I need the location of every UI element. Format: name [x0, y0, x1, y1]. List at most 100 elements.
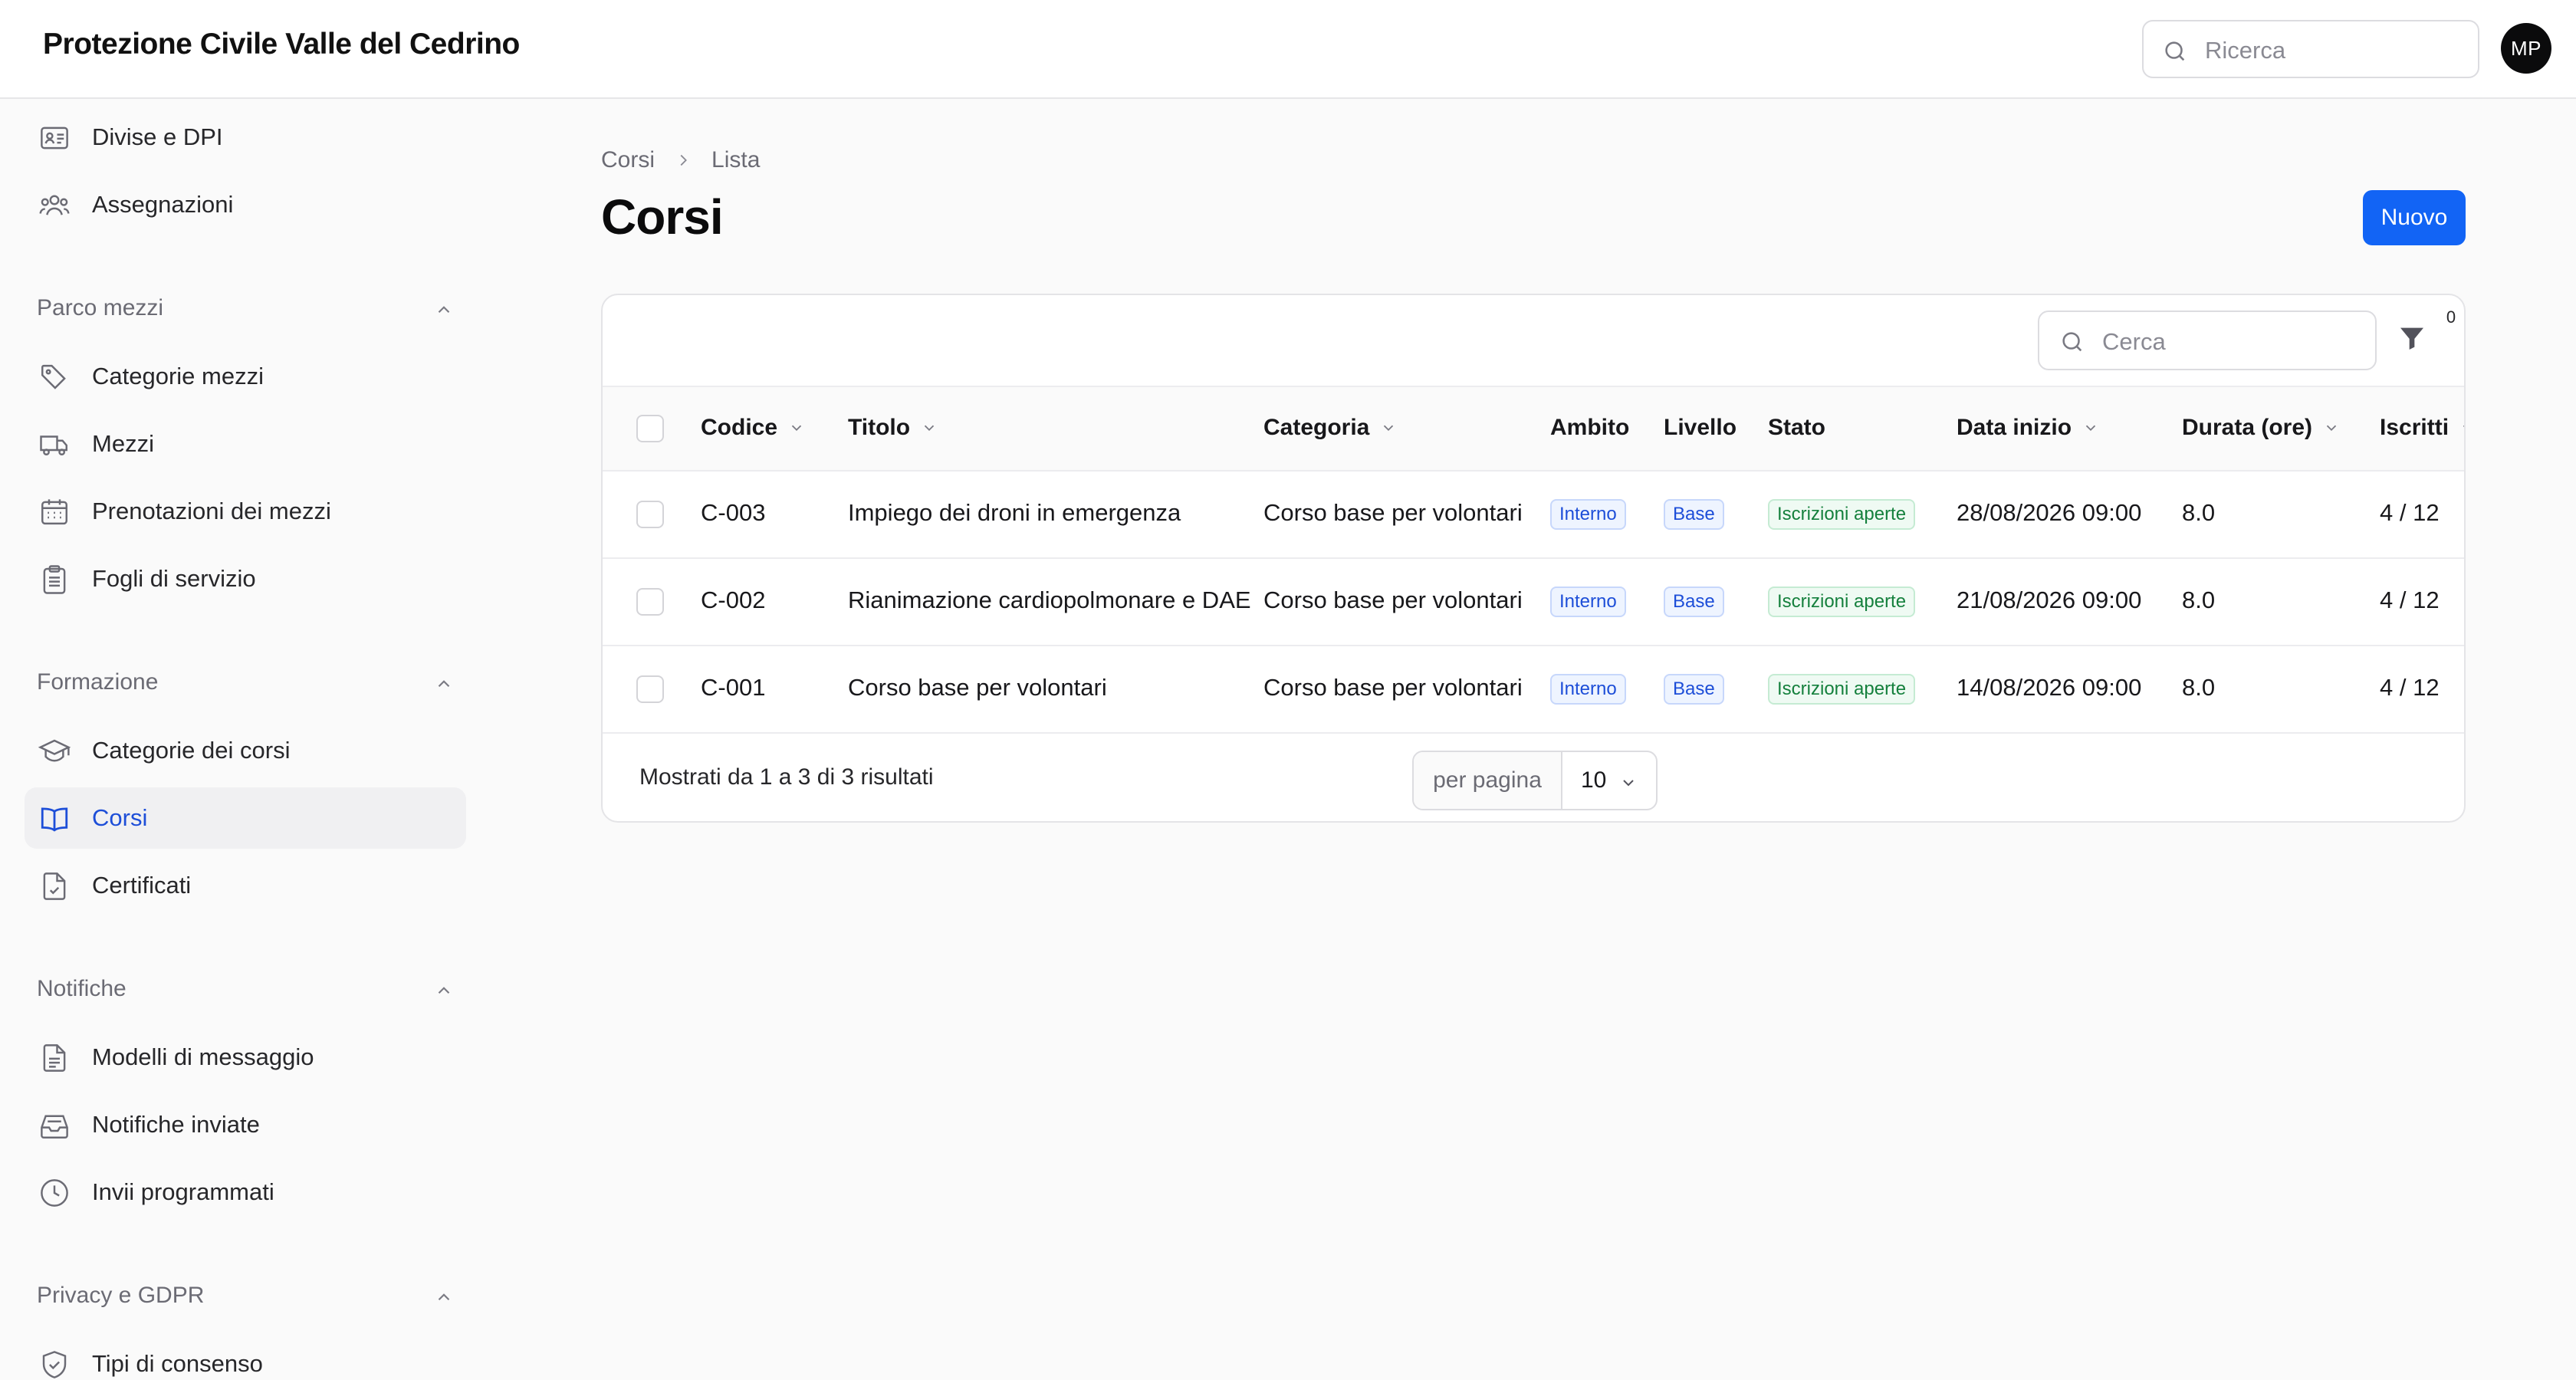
- sidebar-item-label: Corsi: [92, 804, 148, 831]
- column-header-data-inizio[interactable]: Data inizio: [1957, 415, 2099, 441]
- breadcrumb-parent[interactable]: Corsi: [601, 147, 655, 173]
- column-header-titolo[interactable]: Titolo: [848, 415, 938, 441]
- column-label: Titolo: [848, 415, 911, 440]
- users-icon: [38, 189, 71, 222]
- chevron-up-icon[interactable]: [434, 674, 454, 698]
- sidebar-item-fogli-servizio[interactable]: Fogli di servizio: [25, 548, 466, 610]
- cell-iscritti: 4 / 12: [2380, 674, 2440, 701]
- breadcrumb: Corsi Lista: [601, 147, 760, 173]
- column-header-livello: Livello: [1664, 415, 1737, 440]
- chevron-right-icon: [675, 152, 692, 169]
- chevron-down-icon: [2459, 419, 2464, 436]
- table-header: Codice Titolo Categoria Ambito Livello S…: [603, 387, 2464, 472]
- truck-icon: [38, 429, 71, 461]
- filter-count-badge: 0: [2440, 306, 2463, 329]
- column-header-categoria[interactable]: Categoria: [1263, 415, 1397, 441]
- badge-livello: Base: [1664, 586, 1724, 617]
- table-toolbar: Cerca 0: [603, 295, 2464, 387]
- cell-categoria: Corso base per volontari: [1263, 499, 1523, 526]
- cell-categoria: Corso base per volontari: [1263, 586, 1523, 613]
- sidebar-group-label: Notifiche: [37, 976, 127, 1001]
- column-label: Codice: [701, 415, 778, 440]
- sidebar-group-privacy-gdpr[interactable]: Privacy e GDPR: [37, 1278, 454, 1316]
- sidebar-group-label: Formazione: [37, 669, 159, 695]
- new-button[interactable]: Nuovo: [2363, 190, 2466, 245]
- cell-durata: 8.0: [2182, 674, 2216, 701]
- table-row[interactable]: C-001 Corso base per volontari Corso bas…: [603, 646, 2464, 734]
- chevron-up-icon[interactable]: [434, 981, 454, 1004]
- sidebar-item-label: Prenotazioni dei mezzi: [92, 498, 331, 524]
- sidebar-item-categorie-mezzi[interactable]: Categorie mezzi: [25, 346, 466, 407]
- column-label: Iscritti: [2380, 415, 2450, 440]
- filter-icon[interactable]: [2397, 323, 2446, 369]
- cell-codice: C-003: [701, 499, 766, 526]
- book-open-icon: [38, 803, 71, 835]
- sidebar-item-label: Tipi di consenso: [92, 1350, 263, 1377]
- chevron-down-icon: [1619, 774, 1638, 796]
- column-header-durata[interactable]: Durata (ore): [2182, 415, 2340, 441]
- per-page-select[interactable]: per pagina 10: [1412, 751, 1658, 810]
- select-all-checkbox[interactable]: [636, 415, 664, 442]
- table-row[interactable]: C-003 Impiego dei droni in emergenza Cor…: [603, 472, 2464, 559]
- breadcrumb-current: Lista: [711, 147, 761, 172]
- sidebar-item-categorie-corsi[interactable]: Categorie dei corsi: [25, 720, 466, 781]
- cell-data-inizio: 21/08/2026 09:00: [1957, 586, 2142, 613]
- sidebar-item-label: Modelli di messaggio: [92, 1043, 314, 1070]
- sidebar-item-corsi[interactable]: Corsi: [25, 787, 466, 849]
- badge-stato: Iscrizioni aperte: [1768, 674, 1916, 705]
- top-bar: Protezione Civile Valle del Cedrino Rice…: [0, 0, 2576, 99]
- sidebar-item-notifiche-inviate[interactable]: Notifiche inviate: [25, 1094, 466, 1155]
- sidebar-group-label: Parco mezzi: [37, 295, 164, 320]
- app-brand[interactable]: Protezione Civile Valle del Cedrino: [43, 28, 520, 61]
- column-label: Durata (ore): [2182, 415, 2313, 440]
- row-checkbox[interactable]: [636, 501, 664, 528]
- badge-ambito: Interno: [1550, 674, 1626, 705]
- badge-ambito: Interno: [1550, 499, 1626, 530]
- row-checkbox[interactable]: [636, 588, 664, 616]
- row-checkbox[interactable]: [636, 675, 664, 703]
- inbox-icon: [38, 1109, 71, 1142]
- sidebar-item-mezzi[interactable]: Mezzi: [25, 413, 466, 475]
- chevron-up-icon[interactable]: [434, 300, 454, 324]
- chevron-down-icon: [2323, 419, 2340, 436]
- chevron-down-icon: [921, 419, 938, 436]
- sidebar: Divise e DPI Assegnazioni Parco mezzi Ca…: [0, 99, 491, 1380]
- cell-codice: C-001: [701, 674, 766, 701]
- column-header-codice[interactable]: Codice: [701, 415, 805, 441]
- table-search-input[interactable]: Cerca: [2038, 310, 2377, 370]
- sidebar-item-tipi-consenso[interactable]: Tipi di consenso: [25, 1333, 466, 1380]
- per-page-value: 10: [1581, 767, 1607, 793]
- sidebar-group-parco-mezzi[interactable]: Parco mezzi: [37, 291, 454, 329]
- sidebar-group-formazione[interactable]: Formazione: [37, 665, 454, 703]
- sidebar-item-modelli-messaggio[interactable]: Modelli di messaggio: [25, 1027, 466, 1088]
- sidebar-item-divise-dpi[interactable]: Divise e DPI: [25, 107, 466, 168]
- id-card-icon: [38, 122, 71, 154]
- sidebar-item-assegnazioni[interactable]: Assegnazioni: [25, 174, 466, 235]
- chevron-down-icon: [1380, 419, 1397, 436]
- column-header-ambito: Ambito: [1550, 415, 1630, 440]
- results-summary: Mostrati da 1 a 3 di 3 risultati: [639, 764, 934, 790]
- sidebar-item-label: Assegnazioni: [92, 191, 234, 218]
- cell-titolo: Rianimazione cardiopolmonare e DAE: [848, 586, 1251, 613]
- sidebar-item-prenotazioni-mezzi[interactable]: Prenotazioni dei mezzi: [25, 481, 466, 542]
- sidebar-item-label: Fogli di servizio: [92, 565, 256, 592]
- search-icon: [2059, 329, 2085, 359]
- user-avatar[interactable]: MP: [2501, 23, 2551, 74]
- tag-icon: [38, 361, 71, 393]
- badge-livello: Base: [1664, 499, 1724, 530]
- sidebar-item-label: Categorie mezzi: [92, 363, 264, 389]
- sidebar-item-invii-programmati[interactable]: Invii programmati: [25, 1162, 466, 1223]
- sidebar-item-certificati[interactable]: Certificati: [25, 855, 466, 916]
- cell-durata: 8.0: [2182, 499, 2216, 526]
- column-header-iscritti[interactable]: Iscritti: [2380, 415, 2464, 441]
- sidebar-item-label: Invii programmati: [92, 1178, 274, 1205]
- sidebar-group-notifiche[interactable]: Notifiche: [37, 971, 454, 1010]
- clipboard-icon: [38, 564, 71, 596]
- document-check-icon: [38, 870, 71, 902]
- search-icon: [2162, 38, 2188, 68]
- sidebar-item-label: Notifiche inviate: [92, 1111, 260, 1138]
- global-search-input[interactable]: Ricerca: [2142, 20, 2479, 78]
- chevron-up-icon[interactable]: [434, 1287, 454, 1311]
- table-row[interactable]: C-002 Rianimazione cardiopolmonare e DAE…: [603, 559, 2464, 646]
- cell-titolo: Corso base per volontari: [848, 674, 1107, 701]
